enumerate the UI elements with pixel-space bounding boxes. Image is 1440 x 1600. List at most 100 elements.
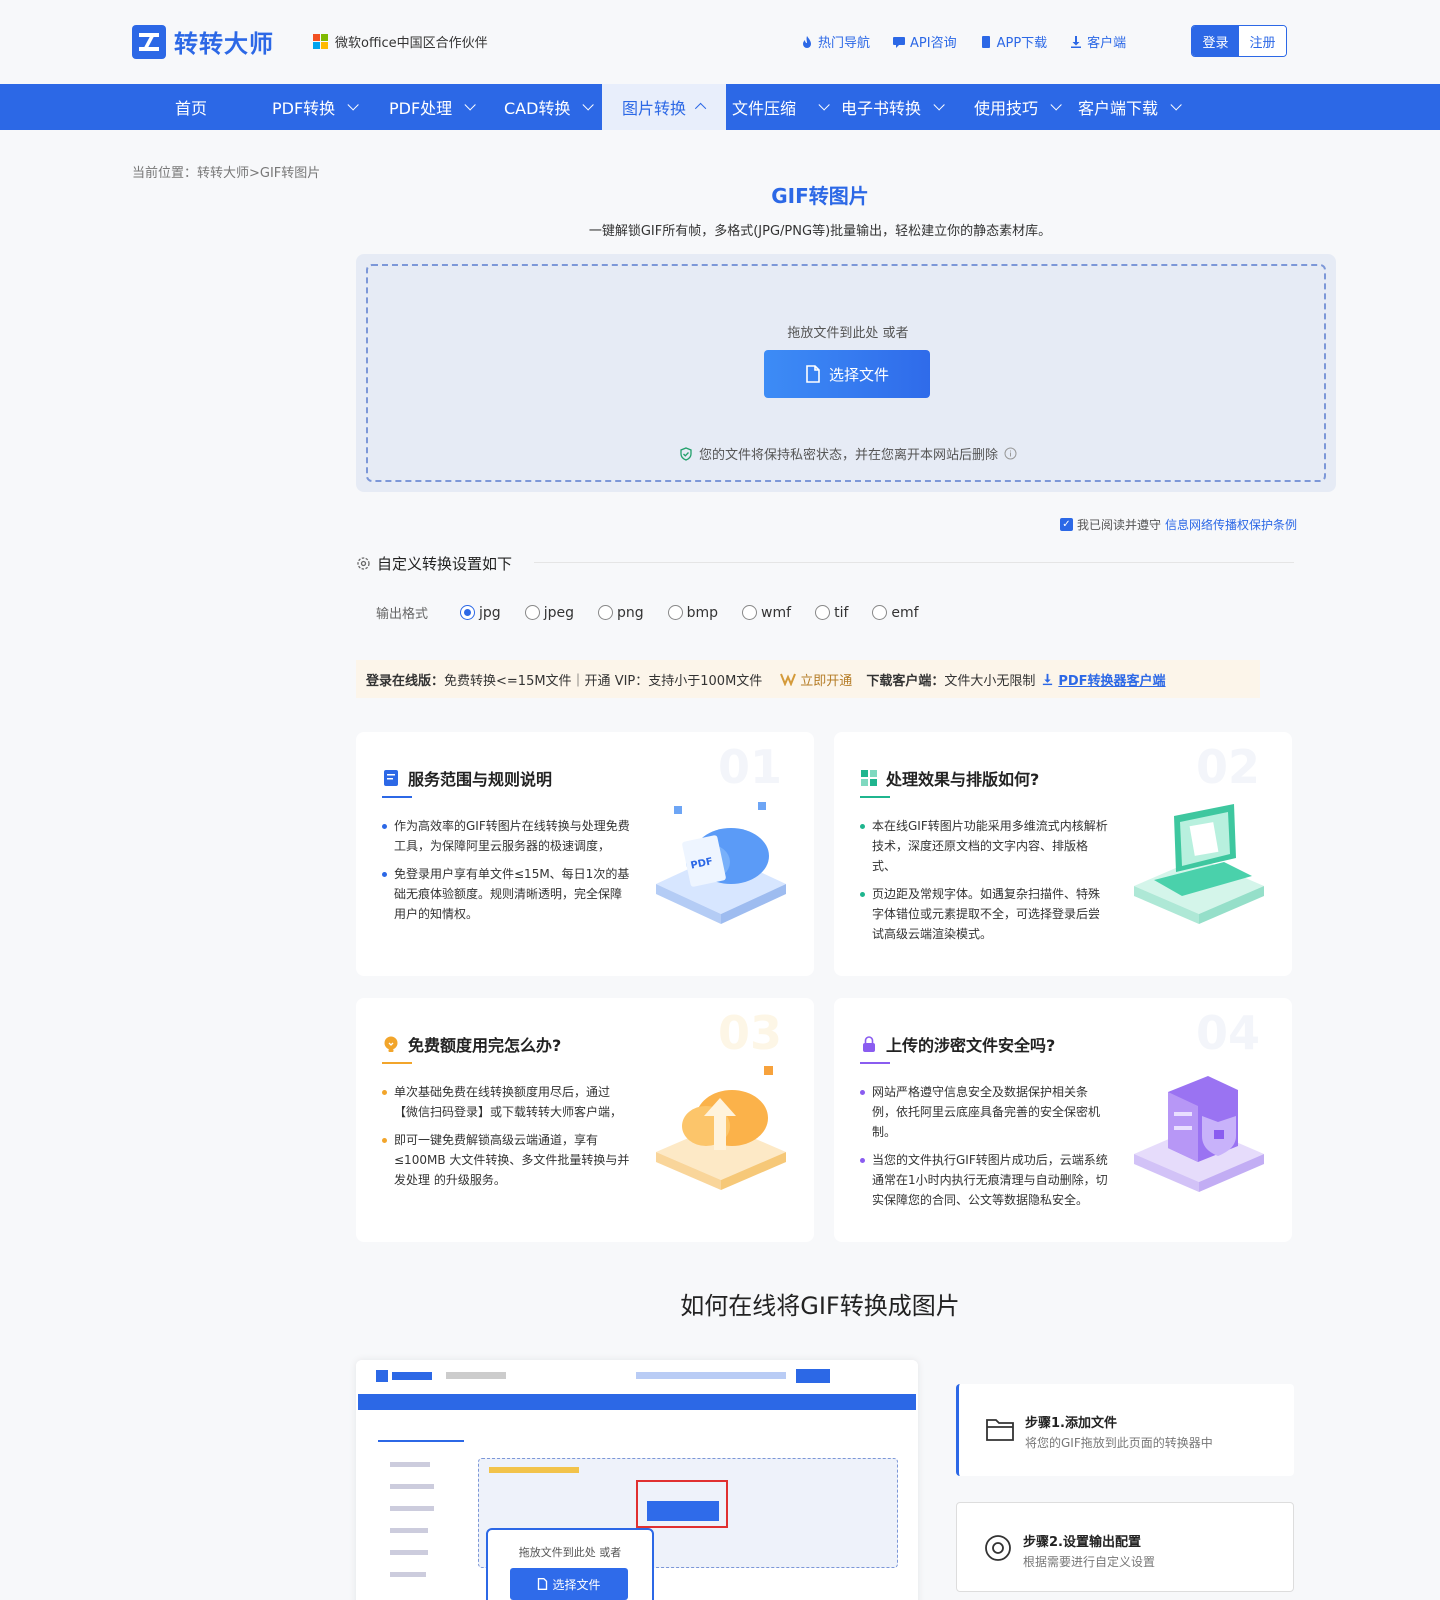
file-icon: [538, 1578, 548, 1590]
grid-icon: [861, 770, 877, 786]
client-label: 下载客户端：: [866, 673, 945, 689]
radio-icon: [667, 605, 683, 620]
card-bullet: 免登录用户享有单文件≤15M、每日1次的基础无痕体验额度。规则清晰透明，完全保障…: [382, 864, 632, 924]
chevron-down-icon: [347, 99, 359, 111]
step-output-settings[interactable]: 步骤2.设置输出配置 根据需要进行自定义设置: [956, 1502, 1294, 1592]
login-button[interactable]: 登录: [1192, 26, 1239, 56]
phone-icon: [981, 35, 990, 48]
chevron-down-icon: [464, 99, 476, 111]
format-radio-jpeg[interactable]: jpeg: [524, 605, 574, 621]
file-icon: [806, 365, 820, 383]
radio-icon: [872, 605, 888, 620]
vip-open-button[interactable]: 立即开通: [780, 670, 852, 689]
nav-client-download[interactable]: 客户端下载: [1078, 84, 1182, 130]
hot-nav-label: 热门导航: [818, 36, 871, 51]
nav-image-convert[interactable]: 图片转换: [602, 84, 727, 130]
site-logo[interactable]: 转转大师: [132, 24, 274, 59]
radio-icon: [742, 605, 758, 620]
checkbox-checked-icon[interactable]: ✓: [1060, 518, 1073, 531]
card-body: 网站严格遵守信息安全及数据保护相关条例，依托阿里云底座具备完善的安全保密机制。 …: [860, 1082, 1110, 1218]
card-title-text: 服务范围与规则说明: [408, 770, 553, 789]
format-option-label: jpg: [479, 604, 501, 621]
choose-file-button[interactable]: 选择文件: [764, 350, 930, 398]
format-radio-bmp[interactable]: bmp: [667, 604, 719, 621]
nav-ebook-convert[interactable]: 电子书转换: [841, 84, 945, 130]
download-icon: [1071, 35, 1082, 48]
format-option-label: bmp: [686, 604, 719, 621]
nav-home[interactable]: 首页: [175, 84, 207, 130]
card-number: 02: [1195, 740, 1260, 794]
step-desc: 根据需要进行自定义设置: [1023, 1555, 1156, 1569]
nav-pdf-process[interactable]: PDF处理: [389, 84, 476, 130]
step-add-file[interactable]: 步骤1.添加文件 将您的GIF拖放到此页面的转换器中: [956, 1384, 1294, 1476]
format-option-label: tif: [834, 604, 849, 621]
nav-pdf-process-label: PDF处理: [389, 99, 453, 118]
nav-client-download-label: 客户端下载: [1078, 99, 1159, 118]
card-underline: [860, 796, 890, 798]
screenshot-header: [356, 1360, 918, 1394]
hot-nav-link[interactable]: 热门导航: [800, 32, 870, 51]
nav-tips[interactable]: 使用技巧: [974, 84, 1062, 130]
api-link[interactable]: API咨询: [892, 32, 957, 51]
step-title: 步骤2.设置输出配置: [1023, 1535, 1141, 1550]
vip-open-label: 立即开通: [800, 673, 853, 689]
card-title-text: 处理效果与排版如何?: [886, 770, 1040, 789]
format-radio-emf[interactable]: emf: [872, 604, 919, 621]
choose-file-label: 选择文件: [828, 365, 889, 384]
client-link[interactable]: 客户端: [1069, 32, 1126, 51]
nav-cad-convert[interactable]: CAD转换: [504, 84, 595, 130]
card-underline: [860, 1062, 890, 1064]
nav-image-convert-label: 图片转换: [622, 99, 687, 118]
agreement-link[interactable]: 信息网络传播权保护条例: [1165, 516, 1297, 533]
card-bullet: 单次基础免费在线转换额度用尽后，通过【微信扫码登录】或下载转转大师客户端，: [382, 1082, 632, 1122]
chevron-down-icon: [1050, 99, 1062, 111]
chevron-down-icon: [582, 99, 595, 111]
logo-text: 转转大师: [174, 30, 274, 58]
nav-file-compress-label: 文件压缩: [732, 99, 797, 118]
card-bullet: 作为高效率的GIF转图片在线转换与处理免费工具，为保障阿里云服务器的极速调度，: [382, 816, 632, 856]
auth-buttons: 登录 注册: [1191, 25, 1287, 57]
divider: [534, 562, 1294, 563]
format-option-label: wmf: [761, 604, 792, 621]
nav-pdf-convert[interactable]: PDF转换: [272, 84, 359, 130]
how-to-title: 如何在线将GIF转换成图片: [680, 1292, 960, 1320]
chevron-down-icon: [818, 99, 830, 111]
page-title: GIF转图片: [771, 184, 869, 208]
tutorial-screenshot: 拖放文件到此处 或者 选择文件: [356, 1360, 918, 1600]
chevron-down-icon: [1170, 99, 1182, 111]
server-shield-illustration: [1134, 1076, 1264, 1192]
screenshot-sidebar: [378, 1440, 464, 1600]
card-number: 01: [717, 740, 782, 794]
format-radio-wmf[interactable]: wmf: [742, 605, 791, 621]
format-radio-jpg[interactable]: jpg: [460, 605, 501, 621]
lock-icon: [863, 1036, 875, 1052]
radio-icon: [597, 605, 613, 620]
register-button[interactable]: 注册: [1239, 26, 1286, 56]
client-download-link[interactable]: PDF转换器客户端: [1041, 670, 1166, 689]
info-card-quota: 03 免费额度用完怎么办? 单次基础免费在线转换额度用尽后，通过【微信扫码登录】…: [356, 998, 814, 1242]
client-text: 文件大小无限制: [944, 673, 1036, 689]
screenshot-header-art: [376, 1369, 830, 1383]
card-title: 服务范围与规则说明: [382, 766, 552, 790]
nav-file-compress[interactable]: 文件压缩: [732, 84, 830, 130]
chevron-up-icon: [694, 102, 707, 115]
zoom-popup: 拖放文件到此处 或者 选择文件: [486, 1528, 654, 1600]
info-card-security: 04 上传的涉密文件安全吗? 网站严格遵守信息安全及数据保护相关条例，依托阿里云…: [834, 998, 1292, 1242]
card-bullet: 页边距及常规字体。如遇复杂扫描件、特殊字体错位或元素提取不全，可选择登录后尝试高…: [860, 884, 1110, 944]
agreement-checkbox[interactable]: ✓ 我已阅读并遵守 信息网络传播权保护条例: [1060, 516, 1297, 533]
app-download-link[interactable]: APP下载: [979, 32, 1047, 51]
online-text: 免费转换<=15M文件｜开通 VIP：支持小于100M文件: [444, 673, 763, 689]
screenshot-nav: [358, 1394, 916, 1410]
card-bullet: 即可一键免费解锁高级云端通道，享有≤100MB 大文件转换、多文件批量转换与并发…: [382, 1130, 632, 1190]
card-bullet: 网站严格遵守信息安全及数据保护相关条例，依托阿里云底座具备完善的安全保密机制。: [860, 1082, 1110, 1142]
download-icon: [1043, 673, 1053, 685]
info-icon[interactable]: [1004, 447, 1017, 460]
drop-zone[interactable]: 拖放文件到此处 或者 选择文件 您的文件将保持私密状态，并在您离开本网站后删除: [366, 264, 1326, 482]
format-option-label: png: [616, 604, 644, 621]
upload-area[interactable]: 拖放文件到此处 或者 选择文件 您的文件将保持私密状态，并在您离开本网站后删除: [356, 254, 1336, 492]
nav-tips-label: 使用技巧: [974, 99, 1039, 118]
format-option-label: emf: [891, 604, 919, 621]
drop-text: 拖放文件到此处 或者: [787, 326, 909, 341]
format-radio-png[interactable]: png: [597, 604, 644, 621]
format-radio-tif[interactable]: tif: [815, 605, 848, 621]
